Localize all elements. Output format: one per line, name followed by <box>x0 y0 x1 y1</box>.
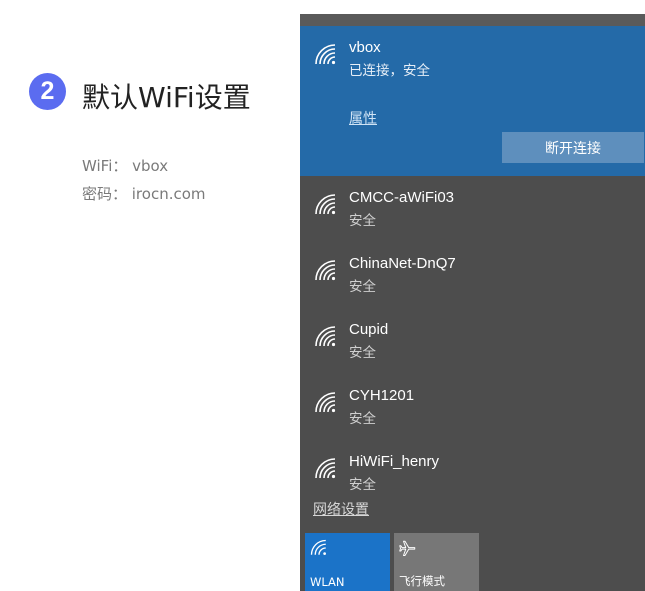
network-item[interactable]: ChinaNet-DnQ7 安全 <box>300 242 645 308</box>
flyout-top-strip <box>300 14 645 26</box>
network-name: HiWiFi_henry <box>349 453 440 470</box>
connected-network-status: 已连接，安全 <box>349 63 430 79</box>
wifi-icon <box>315 44 336 65</box>
wlan-toggle-tile[interactable]: WLAN <box>305 533 390 591</box>
network-name: Cupid <box>349 321 389 338</box>
network-status: 安全 <box>349 477 376 493</box>
network-status: 安全 <box>349 279 376 295</box>
network-name: CMCC-aWiFi03 <box>349 189 454 206</box>
wifi-icon <box>315 458 336 479</box>
network-item[interactable]: HiWiFi_henry 安全 <box>300 440 645 496</box>
connected-network-name: vbox <box>349 39 381 56</box>
network-status: 安全 <box>349 411 376 427</box>
wifi-icon <box>315 194 336 215</box>
wifi-password-info: 密码： irocn.com <box>82 185 206 203</box>
airplane-icon <box>399 540 416 556</box>
wifi-icon <box>315 326 336 347</box>
network-name: ChinaNet-DnQ7 <box>349 255 456 272</box>
properties-link[interactable]: 属性 <box>349 108 377 128</box>
wifi-icon <box>310 539 326 555</box>
wifi-icon <box>315 260 336 281</box>
network-list: CMCC-aWiFi03 安全 ChinaNet-DnQ7 安全 Cupid 安… <box>300 176 645 496</box>
disconnect-button[interactable]: 断开连接 <box>502 132 644 163</box>
network-item[interactable]: CMCC-aWiFi03 安全 <box>300 176 645 242</box>
airplane-tile-label: 飞行模式 <box>399 574 445 588</box>
network-status: 安全 <box>349 345 376 361</box>
wifi-name-info: WiFi： vbox <box>82 157 169 175</box>
connected-network[interactable]: vbox 已连接，安全 属性 断开连接 <box>300 26 645 176</box>
wifi-icon <box>315 392 336 413</box>
wlan-tile-label: WLAN <box>310 575 345 589</box>
step-title: 默认WiFi设置 <box>82 81 251 114</box>
network-status: 安全 <box>349 213 376 229</box>
step-number-badge: 2 <box>29 73 66 110</box>
network-item[interactable]: CYH1201 安全 <box>300 374 645 440</box>
network-settings-link[interactable]: 网络设置 <box>313 499 369 519</box>
airplane-mode-tile[interactable]: 飞行模式 <box>394 533 479 591</box>
network-name: CYH1201 <box>349 387 415 404</box>
network-item[interactable]: Cupid 安全 <box>300 308 645 374</box>
network-flyout: vbox 已连接，安全 属性 断开连接 CMCC-aWiFi03 安全 Chin <box>300 14 645 591</box>
